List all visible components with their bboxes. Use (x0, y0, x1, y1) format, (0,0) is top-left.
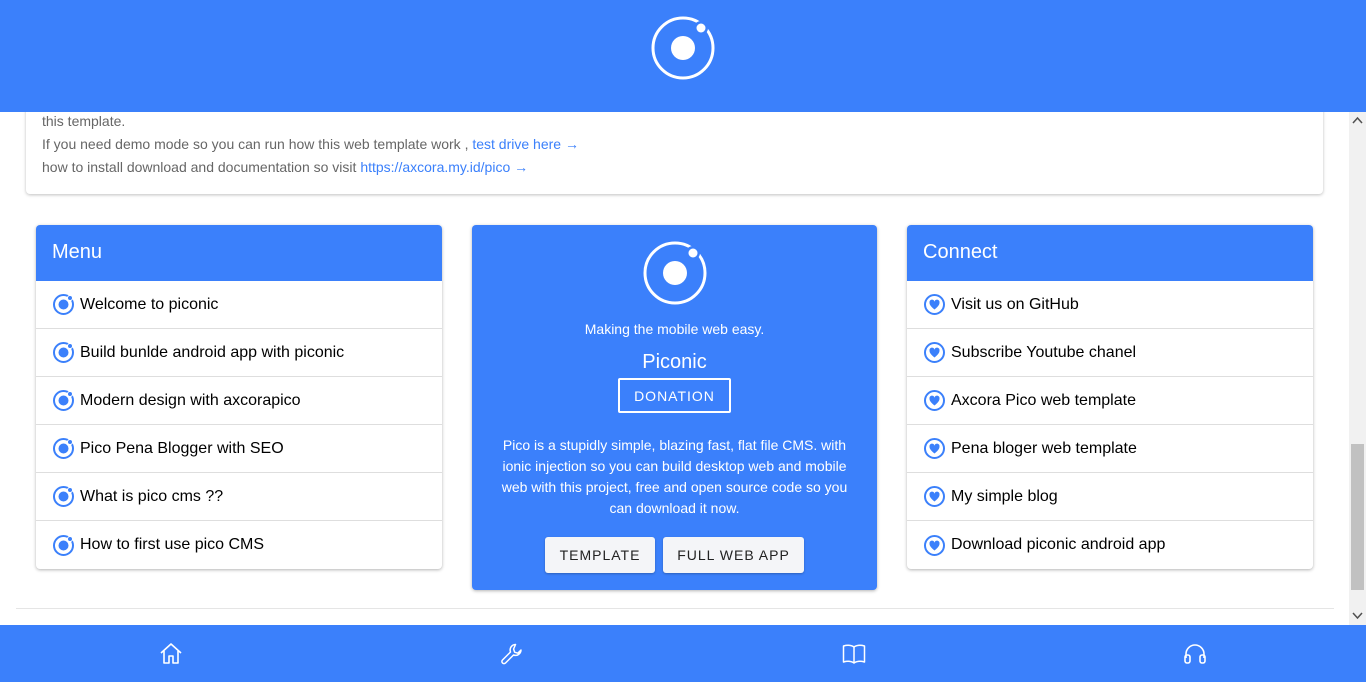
connect-item-label: Download piconic android app (951, 536, 1166, 553)
menu-item-label: Pico Pena Blogger with SEO (80, 439, 284, 457)
menu-item[interactable]: Pico Pena Blogger with SEO (36, 425, 442, 473)
divider (16, 608, 1334, 609)
ionic-icon (53, 294, 74, 315)
home-icon (160, 642, 182, 664)
menu-item[interactable]: What is pico cms ?? (36, 473, 442, 521)
menu-item-label: How to first use pico CMS (80, 536, 265, 553)
headset-icon (1184, 643, 1206, 664)
ionic-icon (53, 486, 74, 507)
intro-text: If you need demo mode so you can run how… (42, 136, 469, 152)
menu-item-label: Build bunlde android app with piconic (80, 343, 345, 361)
connect-item[interactable]: Axcora Pico web template (907, 377, 1313, 425)
ionic-icon (53, 390, 74, 411)
template-button[interactable]: TEMPLATE (545, 537, 655, 573)
full-web-app-button[interactable]: FULL WEB APP (663, 537, 804, 573)
intro-card: this template. If you need demo mode so … (26, 112, 1323, 194)
heart-circle-icon (924, 486, 945, 507)
scrollbar-thumb[interactable] (1351, 444, 1364, 590)
connect-list: Visit us on GitHub Subscribe Youtube chan… (907, 281, 1313, 569)
promo-description: Pico is a stupidly simple, blazing fast,… (501, 437, 848, 516)
connect-card: Connect Visit us on GitHub Subscribe Yout… (907, 225, 1313, 569)
intro-line: this template. (42, 113, 126, 129)
menu-list: Welcome to piconic Build bunlde android a… (36, 281, 442, 569)
tab-support[interactable] (1165, 625, 1225, 682)
menu-item[interactable]: Modern design with axcorapico (36, 377, 442, 425)
vertical-scrollbar[interactable] (1349, 112, 1366, 625)
connect-card-title: Connect (907, 225, 1313, 281)
tab-docs[interactable] (824, 625, 884, 682)
menu-item-label: What is pico cms ?? (80, 487, 224, 505)
bottom-tab-bar (0, 625, 1366, 682)
menu-item-label: Welcome to piconic (80, 295, 219, 313)
intro-line: how to install download and documentatio… (42, 159, 528, 175)
menu-item-label: Modern design with axcorapico (80, 391, 301, 409)
scroll-down-icon[interactable] (1352, 612, 1363, 620)
heart-circle-icon (924, 438, 945, 459)
menu-card-title: Menu (36, 225, 442, 281)
menu-item[interactable]: Build bunlde android app with piconic (36, 329, 442, 377)
promo-tagline: Making the mobile web easy. (584, 321, 765, 337)
promo-card: Making the mobile web easy. Piconic DONA… (472, 225, 877, 590)
content-area: this template. If you need demo mode so … (0, 112, 1349, 625)
build-wrench-icon (501, 643, 522, 664)
ionic-logo-icon (643, 241, 707, 305)
heart-circle-icon (924, 534, 945, 556)
app-header (0, 0, 1366, 112)
test-drive-link[interactable]: test drive here → (472, 136, 579, 152)
promo-name: Piconic (642, 351, 707, 373)
ionic-logo-icon[interactable] (650, 16, 716, 80)
menu-item[interactable]: Welcome to piconic (36, 281, 442, 329)
scroll-up-icon[interactable] (1352, 116, 1363, 124)
ionic-icon (53, 534, 74, 556)
menu-card: Menu Welcome to piconic Build bunlde andr… (36, 225, 442, 569)
tab-build[interactable] (482, 625, 542, 682)
menu-item[interactable]: How to first use pico CMS (36, 521, 442, 569)
heart-circle-icon (924, 390, 945, 411)
connect-item-label: Axcora Pico web template (951, 391, 1136, 409)
heart-circle-icon (924, 342, 945, 363)
book-icon (842, 644, 866, 664)
heart-circle-icon (924, 294, 945, 315)
connect-item[interactable]: Download piconic android app (907, 521, 1313, 569)
connect-item-label: My simple blog (951, 487, 1058, 505)
connect-item[interactable]: Pena bloger web template (907, 425, 1313, 473)
ionic-icon (53, 438, 74, 459)
intro-text: how to install download and documentatio… (42, 159, 357, 175)
intro-line: If you need demo mode so you can run how… (42, 136, 579, 152)
connect-item-label: Subscribe Youtube chanel (951, 343, 1137, 361)
tab-home[interactable] (141, 625, 201, 682)
docs-link[interactable]: https://axcora.my.id/pico → (360, 159, 528, 175)
connect-item[interactable]: My simple blog (907, 473, 1313, 521)
connect-item-label: Pena bloger web template (951, 439, 1137, 457)
connect-item-label: Visit us on GitHub (951, 295, 1079, 313)
connect-item[interactable]: Visit us on GitHub (907, 281, 1313, 329)
ionic-icon (53, 342, 74, 363)
donation-button[interactable]: DONATION (618, 378, 731, 413)
connect-item[interactable]: Subscribe Youtube chanel (907, 329, 1313, 377)
